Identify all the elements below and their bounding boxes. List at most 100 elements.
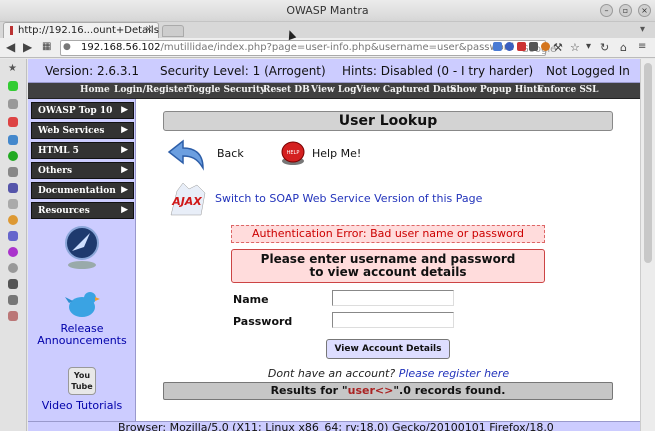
- status-bar: Version: 2.6.3.1 Security Level: 1 (Arro…: [28, 59, 640, 83]
- addon-icon[interactable]: [529, 42, 538, 51]
- left-navigation: OWASP Top 10 ▶ Web Services ▶ HTML 5 ▶ Othe…: [28, 99, 136, 431]
- window-icon[interactable]: [8, 183, 18, 193]
- nav-others[interactable]: Others ▶: [31, 162, 134, 179]
- addon-icon[interactable]: [505, 42, 514, 51]
- no-account-text: Dont have an account?: [267, 367, 396, 380]
- menu-reset-db[interactable]: Reset DB: [263, 85, 310, 95]
- release-announcements-link[interactable]: Release Announcements: [28, 323, 136, 347]
- close-window-button[interactable]: ×: [638, 4, 651, 17]
- scrollbar-thumb[interactable]: [644, 63, 652, 263]
- search-engine-label: Google: [521, 44, 557, 55]
- login-status-text: Not Logged In: [546, 64, 630, 78]
- menu-show-popup-hints[interactable]: Show Popup Hints: [450, 85, 542, 95]
- page-content: Version: 2.6.3.1 Security Level: 1 (Arro…: [28, 59, 640, 431]
- youtube-icon[interactable]: You Tube: [68, 367, 96, 395]
- tool-icon[interactable]: [8, 117, 18, 127]
- title-bar: OWASP Mantra – ▫ ×: [0, 0, 655, 22]
- dropdown-chevron-icon[interactable]: ▾: [586, 41, 591, 52]
- menu-view-log[interactable]: View Log: [311, 85, 356, 95]
- results-summary: Results for "user<>".0 records found.: [163, 382, 613, 400]
- nav-documentation[interactable]: Documentation ▶: [31, 182, 134, 199]
- nav-owasp-top-10[interactable]: OWASP Top 10 ▶: [31, 102, 134, 119]
- chevron-right-icon: ▶: [121, 165, 128, 175]
- mantra-logo-icon[interactable]: [62, 225, 102, 271]
- tab-list-chevron-icon[interactable]: ▾: [640, 24, 645, 35]
- gear-icon[interactable]: [8, 263, 18, 273]
- droplet-icon[interactable]: [8, 231, 18, 241]
- nav-label: HTML 5: [38, 146, 79, 156]
- google-icon[interactable]: [493, 42, 502, 51]
- soap-service-link[interactable]: Switch to SOAP Web Service Version of th…: [215, 192, 482, 205]
- menu-login-register[interactable]: Login/Register: [114, 85, 188, 95]
- browser-window: OWASP Mantra – ▫ × http://192.16...ount+…: [0, 0, 655, 431]
- tab-close-icon[interactable]: ×: [145, 24, 153, 35]
- settings-icon[interactable]: [8, 247, 18, 257]
- top-menu: Home Login/Register Toggle Security Rese…: [28, 83, 640, 99]
- new-tab-button[interactable]: [162, 25, 184, 37]
- bookmark-star-icon[interactable]: ☆: [570, 41, 580, 54]
- menu-toggle-security[interactable]: Toggle Security: [187, 85, 265, 95]
- firefox-icon[interactable]: [8, 215, 18, 225]
- nav-label: Resources: [38, 206, 90, 216]
- addon-icon[interactable]: [517, 42, 526, 51]
- nav-resources[interactable]: Resources ▶: [31, 202, 134, 219]
- video-tutorials-link[interactable]: Video Tutorials: [28, 400, 136, 412]
- reload-icon[interactable]: ↻: [600, 41, 609, 54]
- twitter-bird-icon[interactable]: [64, 289, 100, 321]
- chevron-right-icon: ▶: [121, 105, 128, 115]
- nav-html5[interactable]: HTML 5 ▶: [31, 142, 134, 159]
- help-icon-text: HELP: [287, 150, 300, 156]
- menu-icon[interactable]: ≡: [638, 41, 646, 52]
- maximize-button[interactable]: ▫: [619, 4, 632, 17]
- results-prefix: Results for ": [270, 384, 348, 397]
- password-input[interactable]: [332, 312, 454, 328]
- url-text: 192.168.56.102/mutillidae/index.php?page…: [81, 42, 514, 53]
- nav-label: Web Services: [38, 126, 105, 136]
- menu-home[interactable]: Home: [80, 85, 110, 95]
- mantra-sidebar: ★: [0, 59, 27, 431]
- tab-favicon-icon: [10, 26, 13, 35]
- back-arrow-icon[interactable]: [167, 138, 207, 172]
- auth-error-message: Authentication Error: Bad user name or p…: [231, 225, 545, 243]
- prompt-line-2: to view account details: [309, 265, 467, 279]
- help-me-link[interactable]: Help Me!: [312, 147, 361, 160]
- apps-grid-icon[interactable]: ▦: [42, 41, 51, 52]
- globe-icon[interactable]: [8, 295, 18, 305]
- home-icon[interactable]: ⌂: [620, 41, 627, 54]
- menu-view-captured-data[interactable]: View Captured Data: [356, 85, 456, 95]
- circle-icon[interactable]: [8, 151, 18, 161]
- forward-arrow-icon[interactable]: ▶: [23, 40, 32, 54]
- url-domain: 192.168.56.102: [81, 42, 161, 53]
- main-panel: User Lookup Back HELP Help Me! AJAX Swit…: [137, 99, 640, 431]
- window-title: OWASP Mantra: [286, 4, 369, 17]
- mask-icon[interactable]: [8, 167, 18, 177]
- view-account-details-button[interactable]: View Account Details: [326, 339, 450, 359]
- cursor-icon[interactable]: [8, 199, 18, 209]
- version-text: Version: 2.6.3.1: [45, 64, 139, 78]
- menu-enforce-ssl[interactable]: Enforce SSL: [537, 85, 599, 95]
- username-input[interactable]: [332, 290, 454, 306]
- vertical-scrollbar[interactable]: [640, 59, 655, 431]
- addon-icon[interactable]: [541, 42, 550, 51]
- nav-web-services[interactable]: Web Services ▶: [31, 122, 134, 139]
- chevron-right-icon: ▶: [121, 125, 128, 135]
- tag-icon[interactable]: [8, 311, 18, 321]
- register-link[interactable]: Please register here: [399, 367, 509, 380]
- star-icon[interactable]: ★: [8, 63, 18, 74]
- back-arrow-icon[interactable]: ◀: [6, 40, 15, 54]
- grid-icon[interactable]: [8, 279, 18, 289]
- tab-active[interactable]: http://192.16...ount+Details ×: [3, 22, 159, 38]
- chevron-right-icon: ▶: [121, 185, 128, 195]
- browser-info-footer: Browser: Mozilla/5.0 (X11; Linux x86_64;…: [28, 421, 640, 431]
- wrench-icon[interactable]: ⚒: [553, 41, 563, 54]
- back-link[interactable]: Back: [217, 147, 244, 160]
- help-button-icon[interactable]: HELP: [280, 139, 306, 167]
- minimize-button[interactable]: –: [600, 4, 613, 17]
- info-icon[interactable]: [8, 135, 18, 145]
- youtube-logo-text: You Tube: [71, 371, 93, 391]
- url-bar[interactable]: ● 192.168.56.102/mutillidae/index.php?pa…: [60, 40, 556, 56]
- puzzle-icon[interactable]: [8, 81, 18, 91]
- tab-bar: http://192.16...ount+Details × ▾: [0, 22, 655, 38]
- chevron-right-icon: ▶: [121, 205, 128, 215]
- download-icon[interactable]: [8, 99, 18, 109]
